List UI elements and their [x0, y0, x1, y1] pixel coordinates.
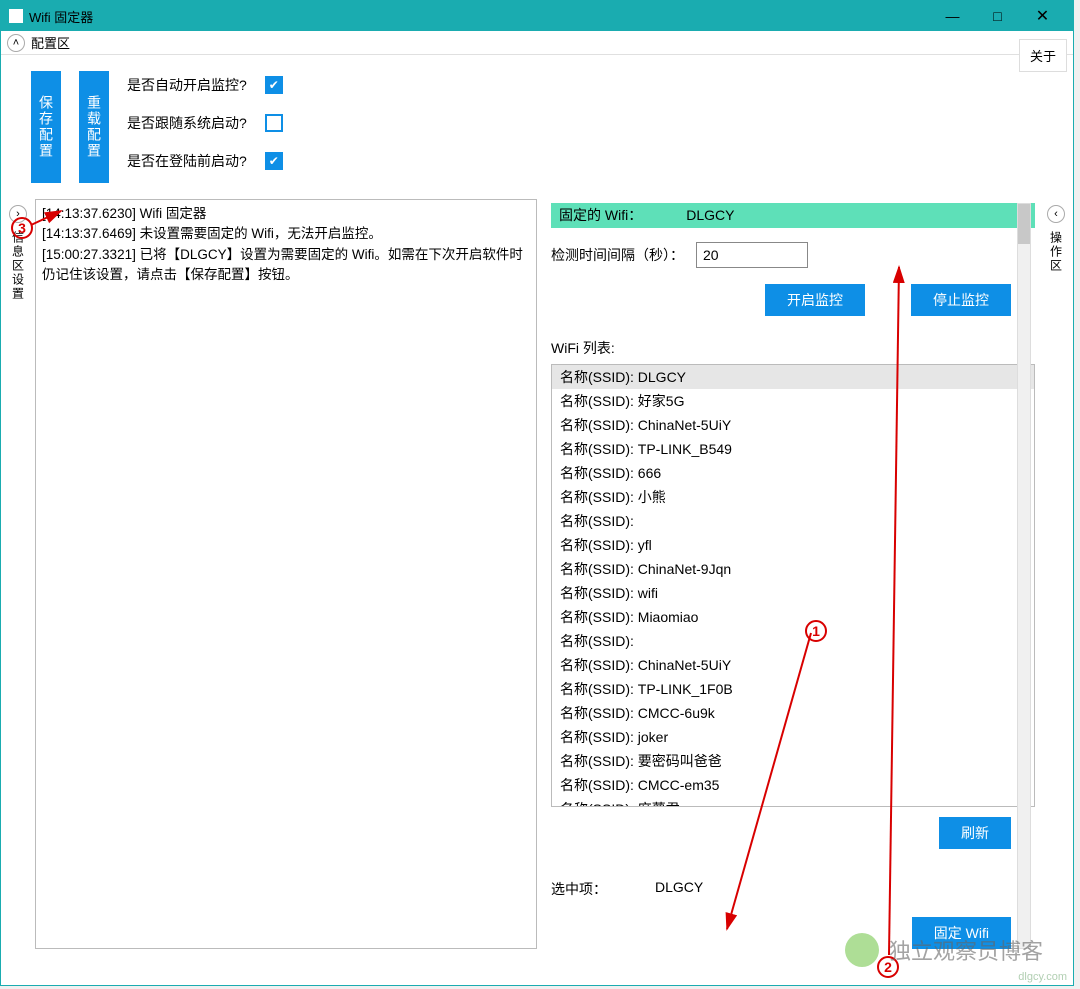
wifi-list-item[interactable]: 名称(SSID): 麻薯君: [552, 797, 1034, 807]
wifi-list-item[interactable]: 名称(SSID): 好家5G: [552, 389, 1034, 413]
log-panel[interactable]: [14:13:37.6230] Wifi 固定器 [14:13:37.6469]…: [35, 199, 537, 949]
watermark-icon: [845, 933, 879, 967]
interval-row: 检测时间间隔（秒）：: [551, 242, 1035, 268]
window-title: Wifi 固定器: [29, 7, 93, 26]
scrollbar-thumb[interactable]: [1018, 204, 1030, 244]
wifi-list-item[interactable]: 名称(SSID): CMCC-em35: [552, 773, 1034, 797]
watermark: 独立观察员博客: [845, 933, 1043, 967]
wifi-list-item[interactable]: 名称(SSID): yfl: [552, 533, 1034, 557]
wifi-list-item[interactable]: 名称(SSID): Miaomiao: [552, 605, 1034, 629]
chevron-left-icon[interactable]: ‹: [1047, 205, 1065, 223]
config-header-label: 配置区: [31, 33, 70, 52]
titlebar: Wifi 固定器 ― □ ✕: [1, 1, 1073, 31]
selected-label: 选中项：: [551, 879, 607, 899]
watermark-link: dlgcy.com: [1018, 971, 1067, 983]
selected-value: DLGCY: [655, 879, 703, 899]
wifi-list-item[interactable]: 名称(SSID): wifi: [552, 581, 1034, 605]
wifi-list-item[interactable]: 名称(SSID): TP-LINK_B549: [552, 437, 1034, 461]
close-button[interactable]: ✕: [1020, 1, 1065, 31]
left-gutter: › 信息区设置: [1, 199, 35, 949]
config-body: 保存配置 重载配置 是否自动开启监控? ✔ 是否跟随系统启动? 是否在登陆前启动…: [1, 55, 1073, 199]
right-gutter: ‹ 操作区: [1039, 199, 1073, 949]
prelogin-label: 是否在登陆前启动?: [127, 151, 247, 171]
wifi-list-item[interactable]: 名称(SSID): 小熊: [552, 485, 1034, 509]
minimize-button[interactable]: ―: [930, 1, 975, 31]
auto-monitor-label: 是否自动开启监控?: [127, 75, 247, 95]
interval-label: 检测时间间隔（秒）：: [551, 245, 684, 265]
wifi-list-item[interactable]: 名称(SSID): CMCC-6u9k: [552, 701, 1034, 725]
operations-panel: 固定的 Wifi： DLGCY 检测时间间隔（秒）： 开启监控 停止监控 WiF…: [537, 199, 1039, 949]
prelogin-row: 是否在登陆前启动? ✔: [127, 151, 283, 171]
auto-monitor-checkbox[interactable]: ✔: [265, 76, 283, 94]
startup-checkbox[interactable]: [265, 114, 283, 132]
startup-label: 是否跟随系统启动?: [127, 113, 247, 133]
wifi-list-item[interactable]: 名称(SSID): ChinaNet-9Jqn: [552, 557, 1034, 581]
startup-row: 是否跟随系统启动?: [127, 113, 283, 133]
wifi-list-item[interactable]: 名称(SSID): 要密码叫爸爸: [552, 749, 1034, 773]
left-gutter-label: 信息区设置: [10, 231, 27, 301]
wifi-list-label: WiFi 列表:: [551, 338, 1035, 358]
interval-input[interactable]: [696, 242, 808, 268]
wifi-list-item[interactable]: 名称(SSID):: [552, 509, 1034, 533]
wifi-list-item[interactable]: 名称(SSID): TP-LINK_1F0B: [552, 677, 1034, 701]
fixed-wifi-label: 固定的 Wifi：: [559, 205, 642, 225]
start-monitor-button[interactable]: 开启监控: [765, 284, 865, 316]
stop-monitor-button[interactable]: 停止监控: [911, 284, 1011, 316]
chevron-up-icon[interactable]: ˄: [7, 34, 25, 52]
log-line: [15:00:27.3321] 已将【DLGCY】设置为需要固定的 Wifi。如…: [42, 245, 530, 286]
app-icon: [9, 9, 23, 23]
save-config-button[interactable]: 保存配置: [31, 71, 61, 183]
log-line: [14:13:37.6230] Wifi 固定器: [42, 204, 530, 224]
wifi-list-item[interactable]: 名称(SSID): ChinaNet-5UiY: [552, 653, 1034, 677]
selected-row: 选中项： DLGCY: [551, 879, 1035, 899]
reload-config-button[interactable]: 重载配置: [79, 71, 109, 183]
fixed-wifi-bar: 固定的 Wifi： DLGCY: [551, 203, 1035, 228]
prelogin-checkbox[interactable]: ✔: [265, 152, 283, 170]
app-window: Wifi 固定器 ― □ ✕ ˄ 配置区 关于 保存配置 重载配置 是否自动开启…: [0, 0, 1074, 986]
right-gutter-label: 操作区: [1048, 231, 1065, 273]
wifi-list[interactable]: 名称(SSID): DLGCY名称(SSID): 好家5G名称(SSID): C…: [551, 364, 1035, 807]
maximize-button[interactable]: □: [975, 1, 1020, 31]
fixed-wifi-value: DLGCY: [686, 207, 734, 223]
config-header: ˄ 配置区: [1, 31, 1073, 55]
wifi-list-item[interactable]: 名称(SSID): DLGCY: [552, 365, 1034, 389]
wifi-list-item[interactable]: 名称(SSID):: [552, 629, 1034, 653]
wifi-list-item[interactable]: 名称(SSID): joker: [552, 725, 1034, 749]
log-line: [14:13:37.6469] 未设置需要固定的 Wifi，无法开启监控。: [42, 224, 530, 244]
refresh-button[interactable]: 刷新: [939, 817, 1011, 849]
watermark-text: 独立观察员博客: [889, 934, 1043, 966]
wifi-list-item[interactable]: 名称(SSID): ChinaNet-5UiY: [552, 413, 1034, 437]
wifi-list-item[interactable]: 名称(SSID): 666: [552, 461, 1034, 485]
main-area: › 信息区设置 [14:13:37.6230] Wifi 固定器 [14:13:…: [1, 199, 1073, 949]
about-button[interactable]: 关于: [1019, 39, 1067, 72]
auto-monitor-row: 是否自动开启监控? ✔: [127, 75, 283, 95]
chevron-right-icon[interactable]: ›: [9, 205, 27, 223]
scrollbar[interactable]: [1017, 203, 1031, 949]
